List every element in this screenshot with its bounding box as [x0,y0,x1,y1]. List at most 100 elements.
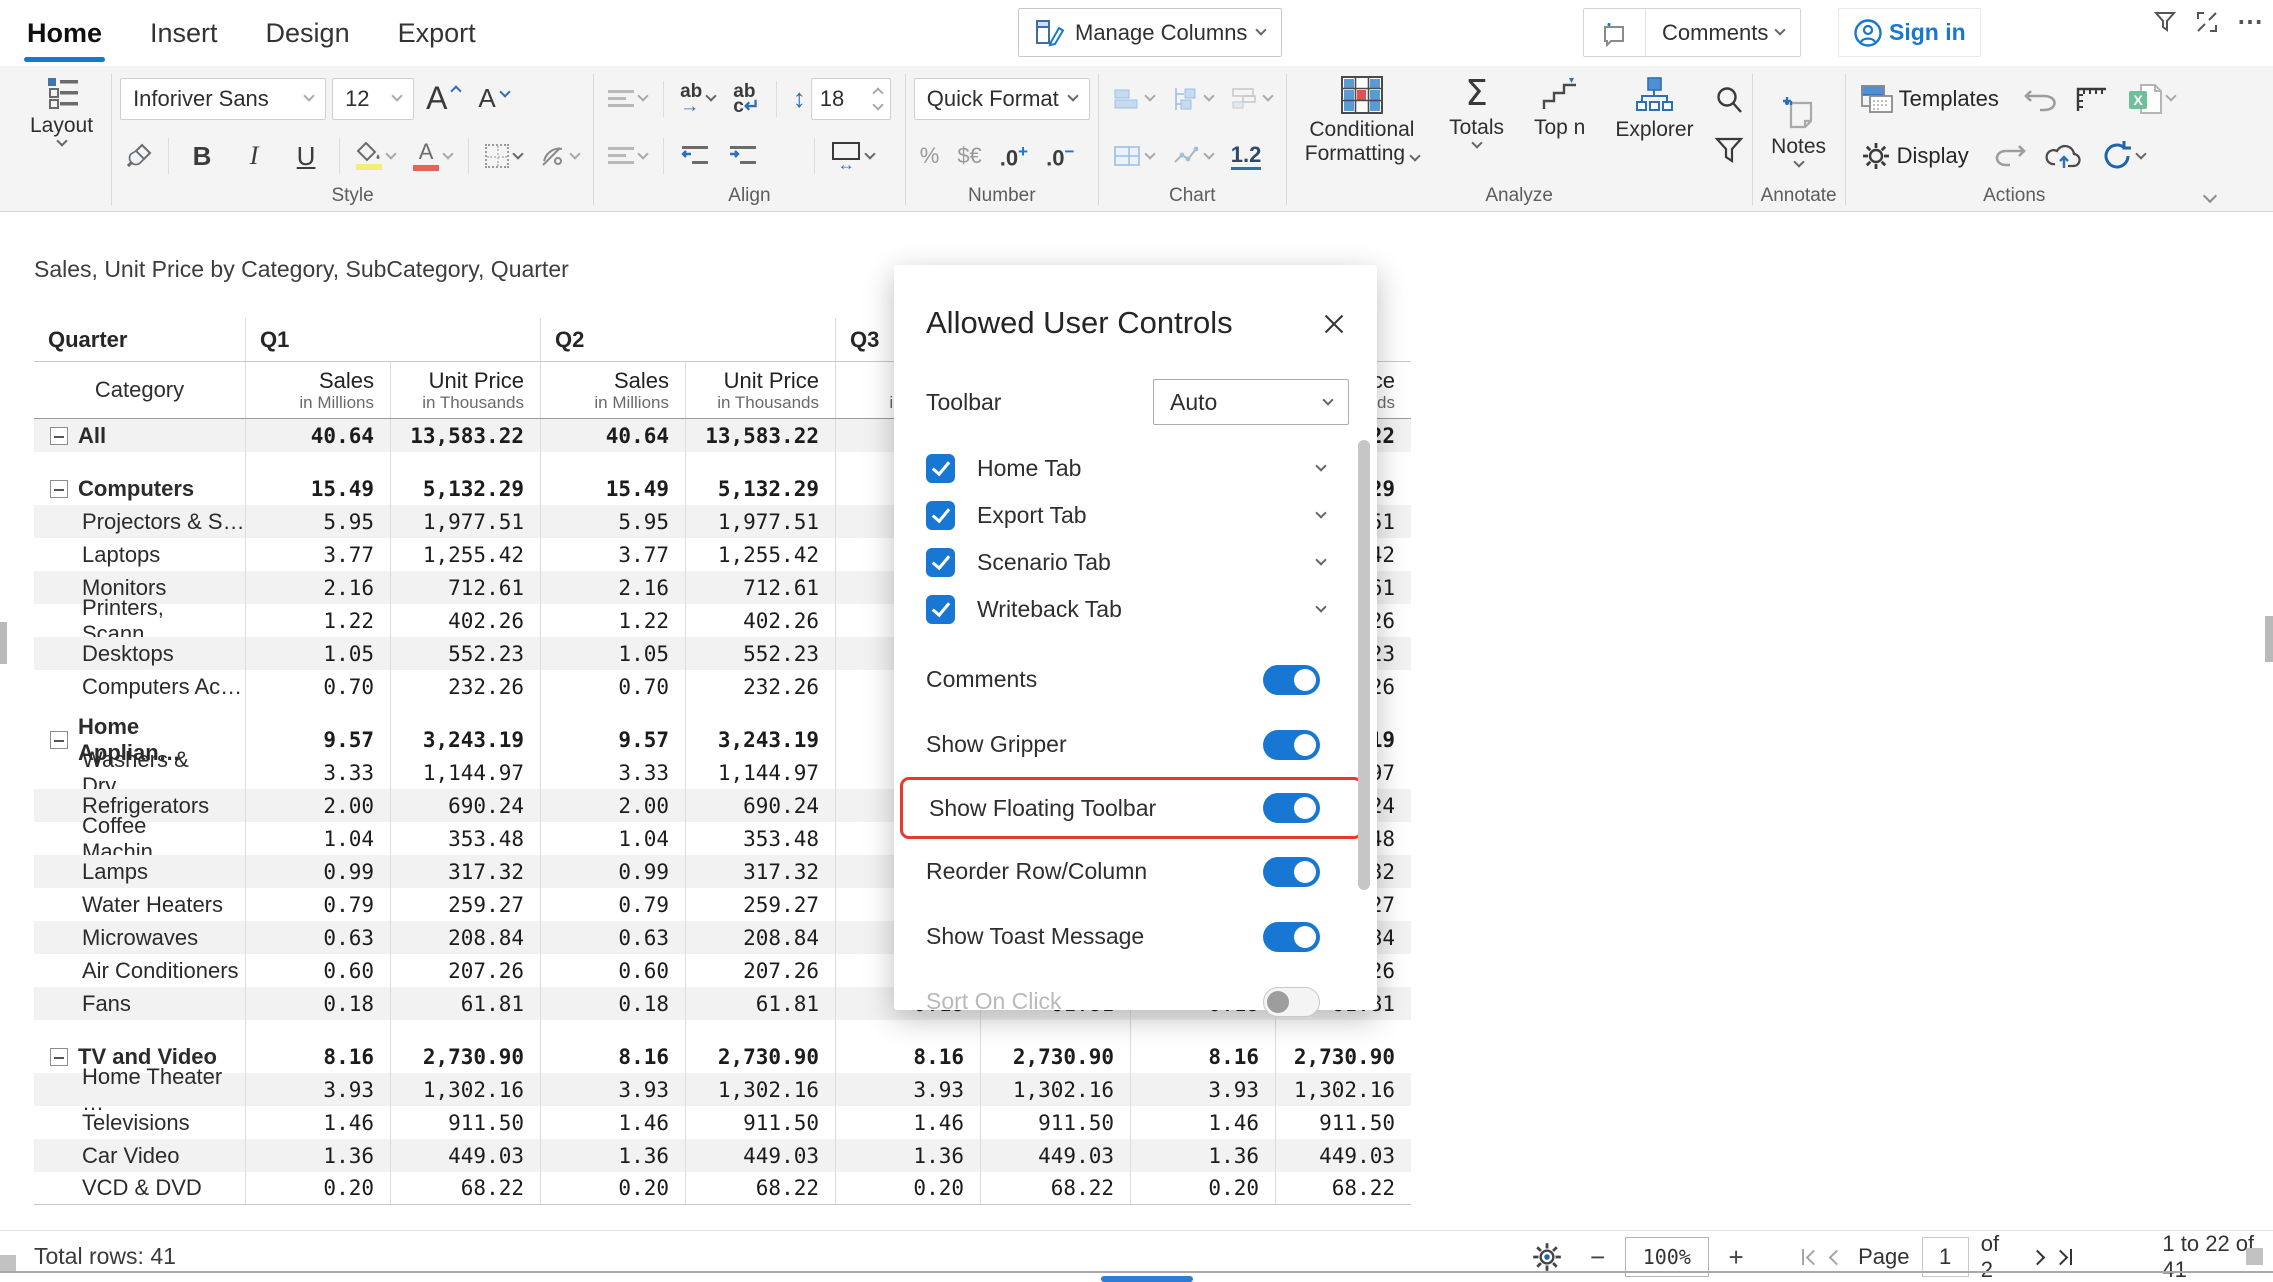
right-edge-handle[interactable] [2265,616,2273,662]
increase-indent-button[interactable] [722,134,764,178]
display-button[interactable]: Display [1854,134,1975,178]
table-row[interactable]: Televisions1.46911.501.46911.501.46911.5… [34,1106,1411,1139]
zoom-out-button[interactable]: − [1584,1242,1611,1273]
unit-price-cell[interactable]: 232.26 [390,670,540,703]
unit-price-cell[interactable]: 2,730.90 [1275,1040,1411,1073]
sales-cell[interactable]: 3.93 [835,1073,980,1106]
unit-price-cell[interactable]: 712.61 [685,571,835,604]
sales-cell[interactable]: 0.79 [540,888,685,921]
decrease-indent-button[interactable] [674,134,716,178]
last-page-button[interactable] [2055,1249,2073,1265]
sales-cell[interactable]: 2.00 [540,789,685,822]
increase-font-button[interactable]: A [420,77,466,121]
sales-cell[interactable]: 0.70 [245,670,390,703]
comments-button[interactable]: Comments [1583,8,1801,57]
horizontal-scrollbar-thumb[interactable] [1101,1276,1193,1282]
toggle-row-show-floating-toolbar[interactable]: Show Floating Toolbar [900,777,1363,839]
sales-cell[interactable]: 8.16 [835,1040,980,1073]
tab-home[interactable]: Home [27,18,102,49]
filter-icon[interactable] [2153,10,2177,34]
tab-export[interactable]: Export [398,18,476,49]
row-label-cell[interactable]: Fans [34,987,245,1020]
unit-price-header[interactable]: Unit Pricein Thousands [685,362,835,418]
unit-price-cell[interactable]: 5,132.29 [685,472,835,505]
unit-price-cell[interactable]: 911.50 [685,1106,835,1139]
sales-cell[interactable]: 1.04 [245,822,390,855]
first-page-button[interactable] [1802,1249,1820,1265]
sales-cell[interactable]: 0.70 [540,670,685,703]
quarter-header-q1[interactable]: Q1 [245,318,540,361]
redo-icon[interactable] [1993,144,2027,168]
unit-price-cell[interactable]: 259.27 [685,888,835,921]
sales-cell[interactable]: 3.33 [245,756,390,789]
decrease-decimal-button[interactable]: .0− [1040,134,1080,178]
search-icon[interactable] [1714,85,1744,115]
sales-cell[interactable]: 0.20 [245,1172,390,1204]
toggle-switch[interactable] [1263,987,1320,1017]
page-settings-gear-icon[interactable] [1530,1240,1564,1274]
top-n-button[interactable]: Top n [1524,70,1595,140]
unit-price-cell[interactable]: 911.50 [390,1106,540,1139]
sales-cell[interactable]: 1.05 [245,637,390,670]
checkbox-row-scenario-tab[interactable]: Scenario Tab [926,539,1349,586]
underline-button[interactable]: U [283,134,329,178]
manage-columns-button[interactable]: Manage Columns [1018,8,1282,57]
row-label-cell[interactable]: Home Theater … [34,1073,245,1106]
dialog-scrollbar[interactable] [1358,440,1370,890]
category-header[interactable]: Category [34,362,245,418]
unit-price-cell[interactable]: 911.50 [980,1106,1130,1139]
tab-insert[interactable]: Insert [150,18,218,49]
sales-cell[interactable]: 0.18 [245,987,390,1020]
sales-cell[interactable]: 2.16 [245,571,390,604]
ruler-icon[interactable] [2075,84,2109,114]
unit-price-cell[interactable]: 911.50 [1275,1106,1411,1139]
sales-cell[interactable]: 0.79 [245,888,390,921]
row-label-cell[interactable]: Projectors & S… [34,505,245,538]
toggle-row-sort-on-click[interactable]: Sort On Click [926,969,1349,1034]
bold-button[interactable]: B [179,134,225,178]
row-label-cell[interactable]: All [34,419,245,452]
table-row[interactable]: VCD & DVD0.2068.220.2068.220.2068.220.20… [34,1172,1411,1205]
currency-button[interactable]: $€ [951,134,987,178]
sales-cell[interactable]: 1.04 [540,822,685,855]
row-label-cell[interactable]: Printers, Scann… [34,604,245,637]
collapse-icon[interactable] [50,480,68,498]
vertical-align-button[interactable] [602,134,653,178]
chevron-down-icon[interactable] [1315,554,1326,565]
unit-price-cell[interactable]: 1,302.16 [980,1073,1130,1106]
explorer-button[interactable]: Explorer [1605,70,1703,142]
unit-price-cell[interactable]: 1,302.16 [685,1073,835,1106]
decrease-font-button[interactable]: A [472,77,514,121]
sales-cell[interactable]: 0.20 [835,1172,980,1204]
unit-price-cell[interactable]: 1,977.51 [685,505,835,538]
hierarchy-chart-button[interactable] [1166,77,1219,121]
toggle-switch[interactable] [1263,857,1320,887]
unit-price-cell[interactable]: 402.26 [390,604,540,637]
text-overflow-button[interactable]: ab→ [674,77,721,121]
sales-cell[interactable]: 5.95 [245,505,390,538]
sales-cell[interactable]: 8.16 [540,1040,685,1073]
collapse-icon[interactable] [50,1048,68,1066]
sales-cell[interactable]: 0.60 [245,954,390,987]
chevron-down-icon[interactable] [1315,460,1326,471]
refresh-button[interactable] [2101,140,2145,172]
unit-price-cell[interactable]: 552.23 [390,637,540,670]
unit-price-cell[interactable]: 232.26 [685,670,835,703]
row-label-cell[interactable]: Computers [34,472,245,505]
checkbox-row-home-tab[interactable]: Home Tab [926,445,1349,492]
unit-price-cell[interactable]: 353.48 [685,822,835,855]
toggle-row-show-toast-message[interactable]: Show Toast Message [926,904,1349,969]
sales-cell[interactable]: 1.46 [835,1106,980,1139]
unit-price-cell[interactable]: 207.26 [390,954,540,987]
conditional-formatting-button[interactable]: ConditionalFormatting [1295,70,1429,166]
collapse-icon[interactable] [50,731,68,749]
row-label-cell[interactable]: Washers & Dry… [34,756,245,789]
unit-price-cell[interactable]: 1,144.97 [685,756,835,789]
row-label-cell[interactable]: Water Heaters [34,888,245,921]
increase-decimal-button[interactable]: .0+ [994,134,1034,178]
checkbox-checked-icon[interactable] [926,501,955,530]
checkbox-checked-icon[interactable] [926,595,955,624]
corner-header[interactable]: Quarter [34,318,245,361]
unit-price-cell[interactable]: 712.61 [390,571,540,604]
sales-cell[interactable]: 9.57 [540,723,685,756]
